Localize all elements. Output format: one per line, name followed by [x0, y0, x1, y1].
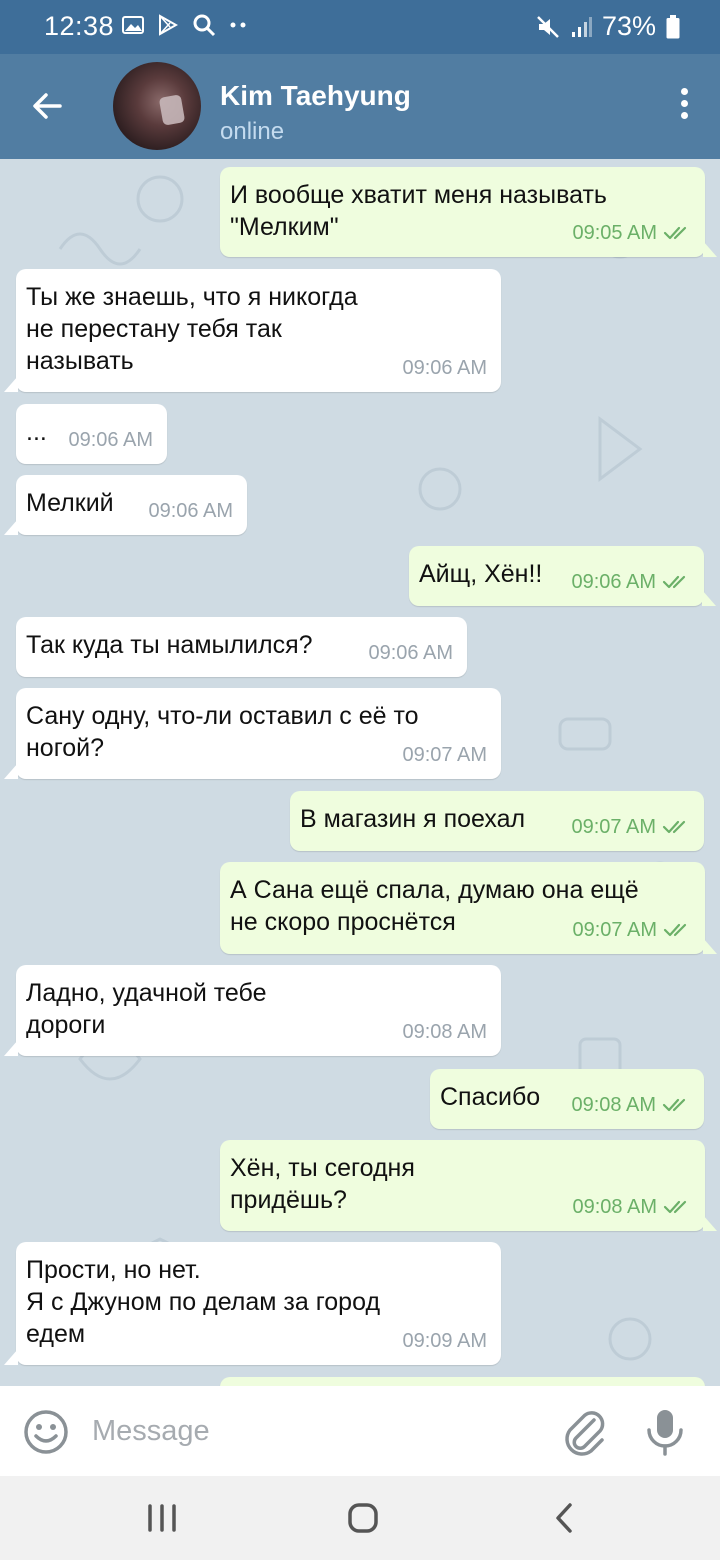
message-meta: 09:06 AM [68, 424, 153, 456]
double-check-icon [662, 575, 686, 589]
double-check-icon [663, 226, 687, 240]
back-button[interactable] [28, 86, 68, 126]
more-menu-button[interactable] [678, 88, 690, 128]
message-meta: 09:07 AM [402, 739, 487, 771]
voice-button[interactable] [645, 1406, 685, 1458]
message-meta: 09:05 AM [572, 217, 691, 249]
double-check-icon [663, 1200, 687, 1214]
contact-name[interactable]: Kim Taehyung [220, 80, 411, 112]
double-check-icon [663, 923, 687, 937]
outgoing-message[interactable]: И вообще хватит меня называть "Мелким" 09… [220, 167, 717, 257]
message-composer [0, 1386, 720, 1476]
play-store-icon [159, 14, 178, 36]
message-time: 09:06 AM [68, 429, 153, 451]
more-vertical-icon [680, 88, 688, 95]
incoming-message[interactable]: Ты же знаешь, что я никогда не перестану… [4, 269, 501, 392]
incoming-message[interactable]: Прости, но нет. Я с Джуном по делам за г… [4, 1242, 501, 1365]
search-icon [193, 14, 216, 37]
message-meta: 09:06 AM [148, 495, 233, 527]
incoming-message[interactable]: Так куда ты намылился? 09:06 AM [16, 617, 467, 677]
double-check-icon [662, 1098, 686, 1112]
incoming-message[interactable]: Мелкий 09:06 AM [4, 475, 247, 535]
emoji-button[interactable] [22, 1408, 70, 1456]
message-input[interactable] [92, 1406, 532, 1456]
message-time: 09:08 AM [402, 1021, 487, 1043]
message-time: 09:07 AM [571, 816, 656, 838]
message-meta: 09:08 AM [571, 1089, 690, 1121]
signal-icon [571, 16, 592, 37]
system-navigation-bar [0, 1476, 720, 1560]
contact-status: online [220, 118, 285, 145]
home-button[interactable] [348, 1502, 378, 1534]
message-time: 09:06 AM [368, 642, 453, 664]
message-time: 09:05 AM [572, 222, 657, 244]
chevron-left-icon [556, 1503, 572, 1533]
outgoing-message-partial[interactable] [220, 1377, 705, 1386]
microphone-icon [647, 1410, 683, 1456]
message-time: 09:06 AM [571, 571, 656, 593]
attach-button[interactable] [560, 1406, 608, 1458]
recent-apps-button[interactable] [146, 1504, 178, 1532]
message-time: 09:07 AM [402, 744, 487, 766]
message-meta: 09:07 AM [572, 914, 691, 946]
outgoing-message[interactable]: Спасибо 09:08 AM [430, 1069, 704, 1129]
home-icon [348, 1503, 378, 1533]
message-meta: 09:08 AM [572, 1191, 691, 1223]
outgoing-message[interactable]: Айщ, Хён!! 09:06 AM [409, 546, 716, 606]
more-dots-icon [230, 22, 246, 28]
message-time: 09:08 AM [572, 1196, 657, 1218]
message-time: 09:09 AM [402, 1330, 487, 1352]
outgoing-message[interactable]: Хён, ты сегодня придёшь? 09:08 AM [220, 1140, 717, 1231]
recents-icon [148, 1504, 176, 1532]
contact-avatar[interactable] [113, 62, 201, 150]
message-meta: 09:06 AM [368, 637, 453, 669]
message-meta: 09:09 AM [402, 1325, 487, 1357]
message-meta: 09:08 AM [402, 1016, 487, 1048]
mute-icon [537, 15, 559, 38]
message-meta: 09:06 AM [402, 352, 487, 384]
gallery-icon [122, 16, 144, 34]
message-time: 09:07 AM [572, 919, 657, 941]
system-back-button[interactable] [552, 1502, 576, 1534]
chat-header: Kim Taehyung online [0, 54, 720, 159]
incoming-message[interactable]: Ладно, удачной тебе дороги 09:08 AM [4, 965, 501, 1056]
message-time: 09:08 AM [571, 1094, 656, 1116]
outgoing-message[interactable]: В магазин я поехал 09:07 AM [290, 791, 704, 851]
incoming-message[interactable]: ... 09:06 AM [16, 404, 167, 464]
message-list[interactable]: И вообще хватит меня называть "Мелким" 09… [0, 159, 720, 1386]
battery-percent: 73% [601, 11, 656, 41]
status-system-icons: 73% [536, 11, 680, 42]
smile-icon [24, 1410, 68, 1454]
message-time: 09:06 AM [148, 500, 233, 522]
double-check-icon [662, 820, 686, 834]
message-meta: 09:07 AM [571, 811, 690, 843]
status-notification-icons [122, 13, 246, 37]
paperclip-icon [565, 1411, 605, 1456]
message-meta: 09:06 AM [571, 566, 690, 598]
incoming-message[interactable]: Сану одну, что-ли оставил с её то ногой?… [4, 688, 501, 779]
status-time: 12:38 [44, 11, 115, 41]
message-time: 09:06 AM [402, 357, 487, 379]
outgoing-message[interactable]: А Сана ещё спала, думаю она ещё не скоро… [220, 862, 717, 954]
arrow-left-icon [33, 93, 62, 119]
status-bar: 12:38 73% [0, 0, 720, 54]
battery-icon [666, 14, 680, 38]
